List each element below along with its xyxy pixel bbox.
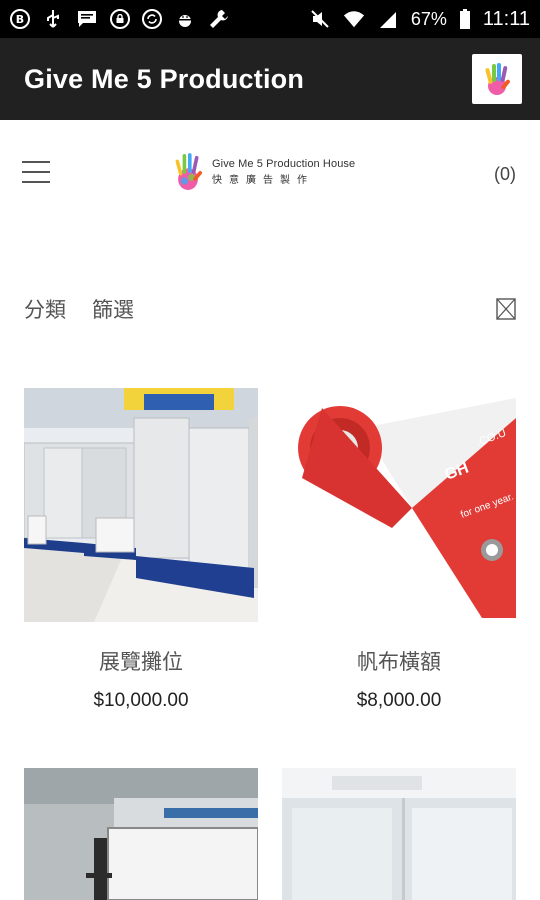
- product-card[interactable]: [24, 768, 258, 900]
- battery-percent: 67%: [410, 8, 447, 29]
- brand-name: Give Me 5 Production House: [212, 158, 356, 170]
- product-card[interactable]: GH .CO.U for one year. 帆布橫額 $8,000.00: [282, 388, 516, 712]
- product-image[interactable]: [24, 768, 258, 900]
- wifi-icon: [343, 8, 365, 30]
- usb-icon: [42, 8, 64, 30]
- product-name[interactable]: 帆布橫額: [282, 646, 516, 676]
- hand-logo-icon: [485, 63, 510, 95]
- filter-bar: 分類 篩選: [0, 290, 540, 330]
- product-image[interactable]: [282, 768, 516, 900]
- wrench-icon: [208, 8, 230, 30]
- app-title: Give Me 5 Production: [24, 63, 305, 94]
- lock-icon: [110, 9, 130, 29]
- app-logo[interactable]: [472, 54, 522, 104]
- cart-count[interactable]: (0): [494, 164, 516, 185]
- site-header: Give Me 5 Production House 快意廣告製作 (0): [0, 120, 540, 230]
- product-image[interactable]: GH .CO.U for one year.: [282, 388, 516, 622]
- brand-logo[interactable]: Give Me 5 Production House 快意廣告製作: [170, 148, 370, 196]
- product-price: $10,000.00: [93, 690, 189, 711]
- signal-icon: [377, 8, 399, 30]
- product-card[interactable]: [282, 768, 516, 900]
- b-badge-icon: B: [10, 9, 30, 29]
- sync-icon: [142, 9, 162, 29]
- app-bar: Give Me 5 Production: [0, 38, 540, 120]
- category-button[interactable]: 分類: [24, 294, 66, 324]
- product-image[interactable]: [24, 388, 258, 622]
- grid-view-toggle-icon[interactable]: [496, 298, 516, 320]
- hand-logo-icon: [175, 153, 203, 190]
- mute-icon: [309, 8, 331, 30]
- filter-button[interactable]: 篩選: [92, 294, 134, 324]
- product-name[interactable]: 展覽攤位: [24, 646, 258, 676]
- brand-subtitle: 快意廣告製作: [212, 175, 314, 186]
- message-icon: [76, 8, 98, 30]
- android-debug-icon: [174, 8, 196, 30]
- clock: 11:11: [482, 7, 530, 30]
- product-price: $8,000.00: [356, 690, 442, 711]
- battery-icon: [459, 8, 471, 30]
- status-bar: B 67% 11:11: [0, 0, 540, 38]
- product-card[interactable]: 展覽攤位 $10,000.00: [24, 388, 258, 712]
- hamburger-menu-icon[interactable]: [22, 161, 50, 183]
